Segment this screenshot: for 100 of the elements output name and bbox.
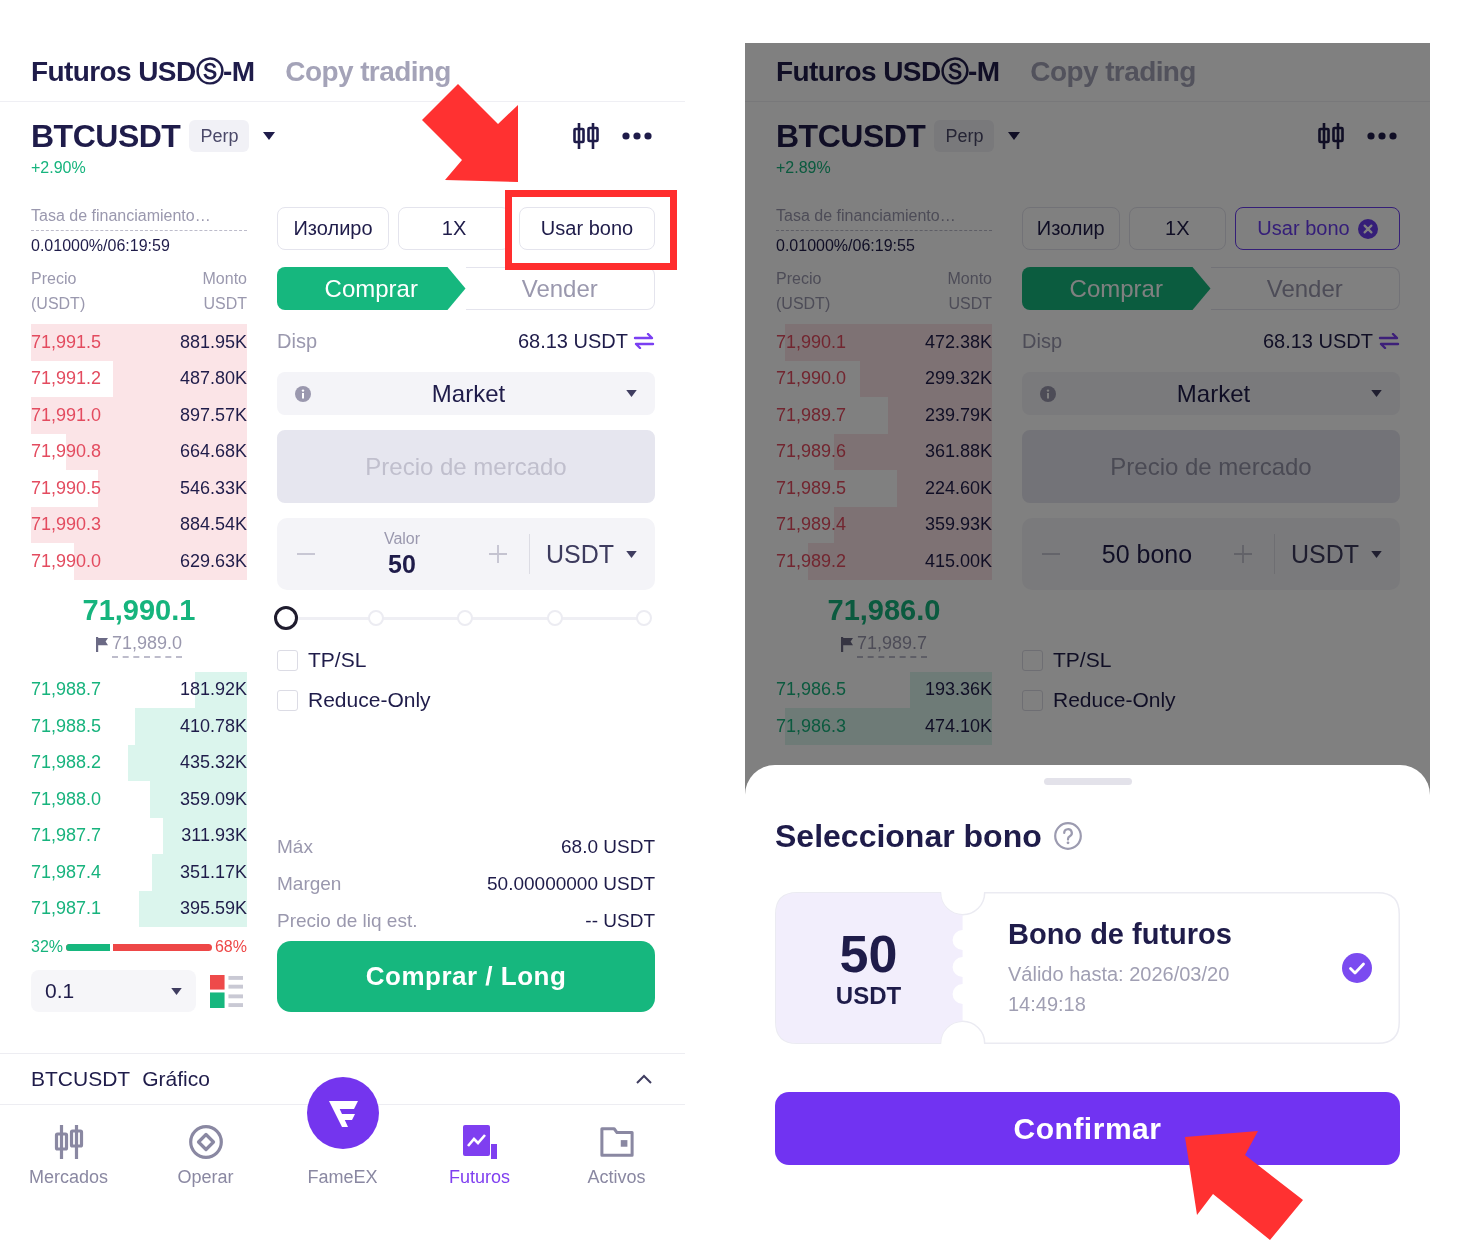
order-type-dropdown[interactable]: Market xyxy=(1022,372,1400,415)
precision-dropdown[interactable]: 0.1 xyxy=(31,970,196,1012)
available-balance: 68.13 USDT xyxy=(517,329,628,354)
ask-price[interactable]: 71,990.8 xyxy=(31,441,102,463)
logo-icon xyxy=(306,1077,379,1149)
order-amount: 415.00K xyxy=(924,550,992,572)
setting-button[interactable]: 1X xyxy=(1128,207,1226,250)
mark-price: 71,989.0 xyxy=(111,631,183,658)
order-amount: 359.09K xyxy=(179,788,247,810)
bid-price[interactable]: 71,987.7 xyxy=(31,825,102,847)
setting-button[interactable]: Изолиро xyxy=(277,207,389,250)
nav-item[interactable]: FameEX xyxy=(274,1077,411,1198)
nav-item[interactable]: Operar xyxy=(137,1105,274,1198)
nav-item[interactable]: Activos xyxy=(548,1105,685,1198)
transfer-icon[interactable] xyxy=(1378,333,1400,349)
plus-icon[interactable] xyxy=(1234,545,1252,563)
amount-field[interactable]: Valor 50 USDT xyxy=(277,518,655,590)
ask-price[interactable]: 71,989.7 xyxy=(776,404,847,426)
order-amount: 546.33K xyxy=(179,477,247,499)
summary-label: Máx xyxy=(277,835,313,859)
caret-icon[interactable] xyxy=(263,132,276,140)
plus-icon[interactable] xyxy=(489,545,507,563)
order-amount: 351.17K xyxy=(179,861,247,883)
order-amount: 435.32K xyxy=(179,752,247,774)
bid-price[interactable]: 71,988.2 xyxy=(31,752,102,774)
order-amount: 395.59K xyxy=(179,898,247,920)
order-amount: 474.10K xyxy=(924,715,992,737)
orderbook-layout-icon[interactable] xyxy=(210,974,243,1008)
column-header: Monto USDT xyxy=(201,269,247,314)
funding-rate-label[interactable]: Tasa de financiamiento… xyxy=(31,205,247,231)
bonus-button[interactable]: Usar bono xyxy=(519,207,655,250)
confirm-button[interactable]: Confirmar xyxy=(775,1092,1400,1165)
drag-handle[interactable] xyxy=(1043,778,1132,785)
bid-price[interactable]: 71,987.1 xyxy=(31,898,102,920)
order-amount: 193.36K xyxy=(924,679,992,701)
order-amount: 181.92K xyxy=(179,679,247,701)
info-icon xyxy=(1040,385,1056,402)
bid-price[interactable]: 71,986.5 xyxy=(776,679,847,701)
more-icon[interactable] xyxy=(622,132,652,140)
ask-price[interactable]: 71,991.2 xyxy=(31,368,102,390)
side-tab[interactable]: Comprar xyxy=(277,267,466,310)
voucher-title: Bono de futuros xyxy=(1008,917,1233,951)
summary-value: 50.00000000 USDT xyxy=(487,872,655,896)
bid-price[interactable]: 71,987.4 xyxy=(31,861,102,883)
buy-button[interactable]: Comprar / Long xyxy=(277,941,655,1012)
ask-price[interactable]: 71,991.0 xyxy=(31,404,102,426)
ask-price[interactable]: 71,990.0 xyxy=(776,368,847,390)
order-amount: 239.79K xyxy=(924,404,992,426)
voucher-card[interactable]: 50 USDT Bono de futuros Válido hasta: 2026/03/20 14:49:18 xyxy=(775,892,1400,1044)
slider-thumb[interactable] xyxy=(274,606,298,630)
contract-badge: Perp xyxy=(189,120,250,152)
ask-price[interactable]: 71,989.2 xyxy=(776,550,847,572)
check-icon[interactable] xyxy=(1342,953,1372,983)
order-type-dropdown[interactable]: Market xyxy=(277,372,655,415)
ask-price[interactable]: 71,990.5 xyxy=(31,477,102,499)
nav-item[interactable]: Mercados xyxy=(0,1105,137,1198)
ask-price[interactable]: 71,989.6 xyxy=(776,441,847,463)
caret-icon xyxy=(1371,390,1382,397)
chart-icon xyxy=(462,1125,497,1159)
close-icon xyxy=(1357,218,1378,239)
order-amount: 361.88K xyxy=(924,441,992,463)
bid-price[interactable]: 71,988.5 xyxy=(31,715,102,737)
transfer-icon[interactable] xyxy=(633,333,655,349)
order-amount: 359.93K xyxy=(924,514,992,536)
ask-price[interactable]: 71,989.4 xyxy=(776,514,847,536)
chart-label[interactable]: Gráfico xyxy=(142,1067,210,1091)
checkbox[interactable] xyxy=(277,689,298,711)
symbol-name[interactable]: BTCUSDT xyxy=(776,117,926,155)
caret-icon xyxy=(171,987,182,995)
bid-price[interactable]: 71,988.0 xyxy=(31,788,102,810)
unit-dropdown[interactable]: USDT xyxy=(1275,539,1383,569)
tab[interactable]: Copy trading xyxy=(285,55,451,89)
ask-price[interactable]: 71,990.0 xyxy=(31,550,102,572)
help-icon[interactable] xyxy=(1053,822,1082,850)
order-amount: 311.93K xyxy=(181,825,247,847)
chart-symbol[interactable]: BTCUSDT xyxy=(31,1067,131,1091)
nav-item[interactable]: Futuros xyxy=(411,1105,548,1198)
order-amount: 629.63K xyxy=(179,550,247,572)
amount-field[interactable]: 50 bono USDT xyxy=(1022,518,1400,590)
chevron-up-icon[interactable] xyxy=(636,1074,652,1084)
checkbox[interactable] xyxy=(277,649,298,671)
candlestick-chart-icon[interactable] xyxy=(572,123,600,149)
voucher-unit: USDT xyxy=(835,982,902,1010)
side-tab[interactable]: Vender xyxy=(465,267,655,310)
ask-price[interactable]: 71,991.5 xyxy=(31,331,102,353)
setting-button[interactable]: Изолир xyxy=(1022,207,1120,250)
bid-price[interactable]: 71,986.3 xyxy=(776,715,847,737)
bid-price[interactable]: 71,988.7 xyxy=(31,679,102,701)
caret-icon xyxy=(626,390,637,397)
ask-price[interactable]: 71,989.5 xyxy=(776,477,847,499)
tab[interactable]: Futuros USDⓈ-M xyxy=(31,55,255,89)
ask-price[interactable]: 71,990.1 xyxy=(776,331,847,353)
symbol-name[interactable]: BTCUSDT xyxy=(31,117,181,155)
bonus-button[interactable]: Usar bono xyxy=(1235,207,1400,250)
side-tab[interactable]: Comprar xyxy=(1022,267,1211,310)
ask-price[interactable]: 71,990.3 xyxy=(31,514,102,536)
tab[interactable]: Futuros USDⓈ-M xyxy=(776,55,1000,89)
checkbox-label: Reduce-Only xyxy=(1053,688,1176,712)
unit-dropdown[interactable]: USDT xyxy=(530,539,638,569)
flag-icon xyxy=(95,637,108,652)
